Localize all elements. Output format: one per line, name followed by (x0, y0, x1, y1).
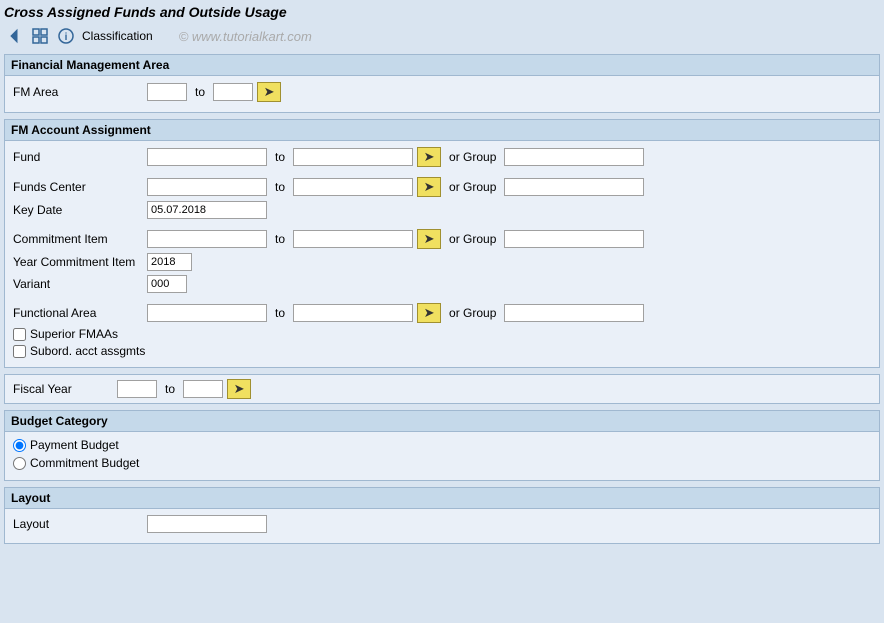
toolbar: i Classification © www.tutorialkart.com (4, 26, 880, 46)
fm-area-arrow-btn[interactable]: ➤ (257, 82, 281, 102)
subord-acct-checkbox[interactable] (13, 345, 26, 358)
fund-or-group-label: or Group (449, 150, 496, 164)
commitment-item-from-input[interactable] (147, 230, 267, 248)
commitment-item-label: Commitment Item (13, 232, 143, 246)
superior-fmaas-checkbox[interactable] (13, 328, 26, 341)
key-date-input[interactable] (147, 201, 267, 219)
fund-label: Fund (13, 150, 143, 164)
year-commitment-item-input[interactable] (147, 253, 192, 271)
functional-area-arrow-btn[interactable]: ➤ (417, 303, 441, 323)
commitment-item-group-input[interactable] (504, 230, 644, 248)
fm-account-assignment-header: FM Account Assignment (5, 120, 879, 141)
back-icon[interactable] (4, 26, 24, 46)
fiscal-year-from-input[interactable] (117, 380, 157, 398)
fm-account-assignment-section: FM Account Assignment Fund to ➤ or Group… (4, 119, 880, 368)
financial-management-area-header: Financial Management Area (5, 55, 879, 76)
variant-row: Variant (13, 275, 871, 293)
commitment-item-arrow-btn[interactable]: ➤ (417, 229, 441, 249)
superior-fmaas-row: Superior FMAAs (13, 327, 871, 341)
payment-budget-label: Payment Budget (30, 438, 119, 452)
budget-category-section: Budget Category Payment Budget Commitmen… (4, 410, 880, 481)
year-commitment-item-label: Year Commitment Item (13, 255, 143, 269)
functional-area-group-input[interactable] (504, 304, 644, 322)
commitment-item-to-label: to (275, 232, 285, 246)
fiscal-year-to-label: to (165, 382, 175, 396)
functional-area-to-label: to (275, 306, 285, 320)
functional-area-to-input[interactable] (293, 304, 413, 322)
fund-arrow-btn[interactable]: ➤ (417, 147, 441, 167)
funds-center-to-input[interactable] (293, 178, 413, 196)
functional-area-row: Functional Area to ➤ or Group (13, 303, 871, 323)
fm-area-to-label: to (195, 85, 205, 99)
fiscal-year-to-input[interactable] (183, 380, 223, 398)
budget-category-header: Budget Category (5, 411, 879, 432)
funds-center-from-input[interactable] (147, 178, 267, 196)
fm-area-to-input[interactable] (213, 83, 253, 101)
layout-input[interactable] (147, 515, 267, 533)
page-container: Cross Assigned Funds and Outside Usage i… (0, 0, 884, 623)
payment-budget-radio[interactable] (13, 439, 26, 452)
key-date-row: Key Date (13, 201, 871, 219)
functional-area-from-input[interactable] (147, 304, 267, 322)
fund-to-input[interactable] (293, 148, 413, 166)
funds-center-arrow-btn[interactable]: ➤ (417, 177, 441, 197)
fm-area-row: FM Area to ➤ (13, 82, 871, 102)
superior-fmaas-label: Superior FMAAs (30, 327, 118, 341)
functional-area-or-group-label: or Group (449, 306, 496, 320)
year-commitment-item-row: Year Commitment Item (13, 253, 871, 271)
key-date-label: Key Date (13, 203, 143, 217)
commitment-item-or-group-label: or Group (449, 232, 496, 246)
layout-label: Layout (13, 517, 143, 531)
subord-acct-row: Subord. acct assgmts (13, 344, 871, 358)
fm-area-label: FM Area (13, 85, 143, 99)
fund-from-input[interactable] (147, 148, 267, 166)
watermark: © www.tutorialkart.com (179, 29, 312, 44)
variant-input[interactable] (147, 275, 187, 293)
fund-row: Fund to ➤ or Group (13, 147, 871, 167)
functional-area-label: Functional Area (13, 306, 143, 320)
funds-center-group-input[interactable] (504, 178, 644, 196)
fund-to-label: to (275, 150, 285, 164)
subord-acct-label: Subord. acct assgmts (30, 344, 145, 358)
funds-center-row: Funds Center to ➤ or Group (13, 177, 871, 197)
payment-budget-row: Payment Budget (13, 438, 871, 452)
commitment-budget-row: Commitment Budget (13, 456, 871, 470)
fiscal-year-arrow-btn[interactable]: ➤ (227, 379, 251, 399)
funds-center-or-group-label: or Group (449, 180, 496, 194)
financial-management-area-section: Financial Management Area FM Area to ➤ (4, 54, 880, 113)
fund-group-input[interactable] (504, 148, 644, 166)
classification-label[interactable]: Classification (82, 29, 153, 43)
fm-area-from-input[interactable] (147, 83, 187, 101)
layout-header: Layout (5, 488, 879, 509)
funds-center-to-label: to (275, 180, 285, 194)
funds-center-label: Funds Center (13, 180, 143, 194)
commitment-budget-radio[interactable] (13, 457, 26, 470)
fiscal-year-section: Fiscal Year to ➤ (4, 374, 880, 404)
variant-label: Variant (13, 277, 143, 291)
grid-icon[interactable] (30, 26, 50, 46)
commitment-item-to-input[interactable] (293, 230, 413, 248)
layout-row: Layout (13, 515, 871, 533)
fiscal-year-label: Fiscal Year (13, 382, 113, 396)
commitment-item-row: Commitment Item to ➤ or Group (13, 229, 871, 249)
svg-text:i: i (65, 32, 68, 43)
info-icon[interactable]: i (56, 26, 76, 46)
commitment-budget-label: Commitment Budget (30, 456, 139, 470)
page-title: Cross Assigned Funds and Outside Usage (4, 4, 880, 20)
layout-section: Layout Layout (4, 487, 880, 544)
